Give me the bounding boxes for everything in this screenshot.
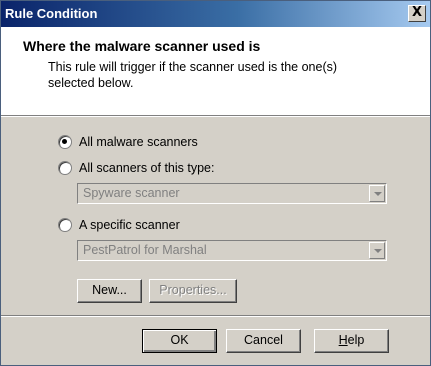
cancel-button[interactable]: Cancel xyxy=(226,329,301,353)
properties-button[interactable]: Properties... xyxy=(149,279,237,303)
dropdown-value: PestPatrol for Marshal xyxy=(83,243,207,257)
chevron-down-icon[interactable] xyxy=(369,242,385,259)
chevron-down-icon[interactable] xyxy=(369,185,385,202)
footer-separator xyxy=(1,315,430,317)
close-button[interactable]: X xyxy=(408,5,426,22)
radio-all-malware-scanners[interactable]: All malware scanners xyxy=(58,134,198,150)
radio-label: A specific scanner xyxy=(79,218,180,232)
radio-label: All scanners of this type: xyxy=(79,161,215,175)
title-bar[interactable]: Rule Condition X xyxy=(1,1,430,27)
help-label-rest: elp xyxy=(347,333,365,347)
dialog-header: Where the malware scanner used is This r… xyxy=(1,27,430,115)
radio-button-icon[interactable] xyxy=(58,161,72,175)
header-description: This rule will trigger if the scanner us… xyxy=(48,60,338,90)
new-button[interactable]: New... xyxy=(77,279,142,303)
ok-button[interactable]: OK xyxy=(142,329,217,353)
window-title: Rule Condition xyxy=(5,6,98,21)
help-mnemonic: H xyxy=(338,333,348,347)
specific-scanner-dropdown[interactable]: PestPatrol for Marshal xyxy=(77,240,387,261)
radio-all-scanners-of-type[interactable]: All scanners of this type: xyxy=(58,160,214,176)
header-title: Where the malware scanner used is xyxy=(23,38,261,54)
radio-button-icon[interactable] xyxy=(58,218,72,232)
radio-label: All malware scanners xyxy=(79,135,198,149)
radio-specific-scanner[interactable]: A specific scanner xyxy=(58,217,180,233)
header-separator xyxy=(1,115,430,117)
rule-condition-dialog: Rule Condition X Where the malware scann… xyxy=(0,0,431,366)
dropdown-value: Spyware scanner xyxy=(83,186,180,200)
help-button[interactable]: Help xyxy=(314,329,389,353)
radio-button-selected-icon[interactable] xyxy=(58,135,72,149)
scanner-type-dropdown[interactable]: Spyware scanner xyxy=(77,183,387,204)
